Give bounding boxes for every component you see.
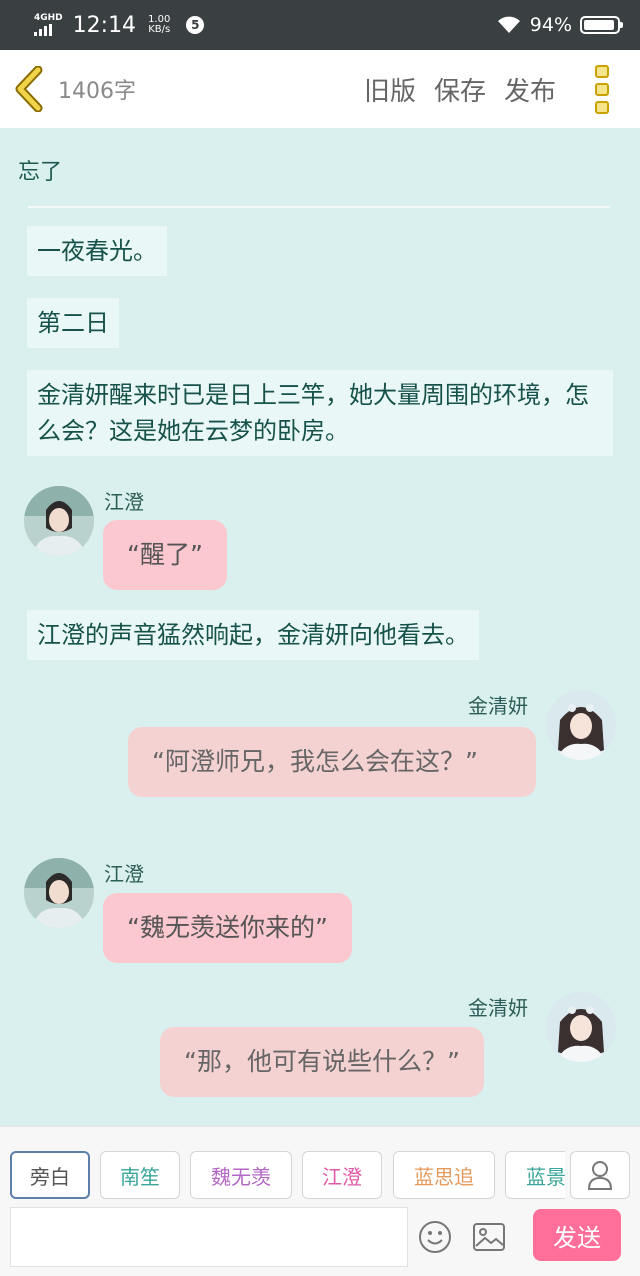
emoji-button[interactable] [418,1220,452,1254]
message-bubble[interactable]: “醒了” [103,520,227,590]
divider [28,206,610,208]
save-button[interactable]: 保存 [434,71,486,108]
role-manage-button[interactable] [570,1151,630,1199]
speaker-name: 金清妍 [468,694,528,718]
network-type: 4GHD [34,13,63,23]
role-chip-lansizhui[interactable]: 蓝思追 [393,1151,495,1199]
signal-icon [34,24,52,36]
menu-dot-icon [595,100,609,114]
role-selector: 旁白 南笙 魏无羡 江澄 蓝思追 蓝景仪 [10,1151,565,1201]
role-chip-label: 蓝景仪 [526,1164,565,1189]
avatar-jiangcheng[interactable] [24,486,94,556]
speaker-name: 江澄 [104,490,144,514]
role-chip-nansheng[interactable]: 南笙 [100,1151,180,1199]
narration-block[interactable]: 一夜春光。 [27,226,167,276]
word-count: 1406字 [58,79,136,104]
story-title[interactable]: 忘了 [18,154,62,186]
story-content[interactable]: 忘了 一夜春光。 第二日 金清妍醒来时已是日上三竿，她大量周围的环境，怎么会？这… [0,128,640,1126]
wifi-icon [497,16,520,33]
person-icon [587,1161,613,1190]
publish-button[interactable]: 发布 [504,71,556,108]
network-speed: 1.00 KB/s [148,15,170,35]
narration-block[interactable]: 金清妍醒来时已是日上三竿，她大量周围的环境，怎么会？这是她在云梦的卧房。 [27,370,613,456]
role-chip-jiangcheng[interactable]: 江澄 [302,1151,382,1199]
more-menu-button[interactable] [584,50,620,128]
message-bubble[interactable]: “阿澄师兄，我怎么会在这？” [128,727,536,797]
editor-header: 1406字 旧版 保存 发布 [0,50,640,128]
role-chip-label: 南笙 [120,1164,160,1189]
message-bubble[interactable]: “那，他可有说些什么？” [160,1027,484,1097]
image-icon [473,1223,505,1251]
speed-unit: KB/s [148,24,171,35]
composer-panel: 旁白 南笙 魏无羡 江澄 蓝思追 蓝景仪 发送 [0,1126,640,1276]
smiley-icon [419,1221,451,1253]
clock: 12:14 [72,12,137,38]
status-bar: 4GHD 12:14 1.00 KB/s 5 94% [0,0,640,50]
message-bubble[interactable]: “魏无羡送你来的” [103,893,352,963]
old-version-button[interactable]: 旧版 [364,71,416,108]
avatar-jinqingyan[interactable] [546,690,616,760]
network-indicator: 4GHD [34,14,63,36]
role-chip-label: 江澄 [322,1164,362,1189]
battery-percent: 94% [529,14,572,36]
speaker-name: 金清妍 [468,996,528,1020]
role-chip-label: 蓝思追 [414,1164,474,1189]
menu-dot-icon [595,64,609,78]
battery-level [584,20,615,30]
role-chip-weiwuxian[interactable]: 魏无羡 [190,1151,292,1199]
menu-dot-icon [595,82,609,96]
image-button[interactable] [472,1222,506,1252]
battery-icon [580,16,623,34]
send-button[interactable]: 发送 [533,1209,621,1261]
avatar-jiangcheng[interactable] [24,858,94,928]
role-chip-label: 旁白 [30,1164,70,1189]
back-button[interactable] [0,50,58,128]
message-input[interactable] [10,1207,408,1267]
notification-badge: 5 [186,16,205,34]
role-chip-label: 魏无羡 [211,1164,271,1189]
speaker-name: 江澄 [104,862,144,886]
narration-block[interactable]: 第二日 [27,298,119,348]
role-chip-narrator[interactable]: 旁白 [10,1151,90,1199]
chevron-left-icon [15,66,43,112]
narration-block[interactable]: 江澄的声音猛然响起，金清妍向他看去。 [27,610,479,660]
avatar-jinqingyan[interactable] [546,992,616,1062]
role-chip-lanjingyi[interactable]: 蓝景仪 [505,1151,565,1199]
